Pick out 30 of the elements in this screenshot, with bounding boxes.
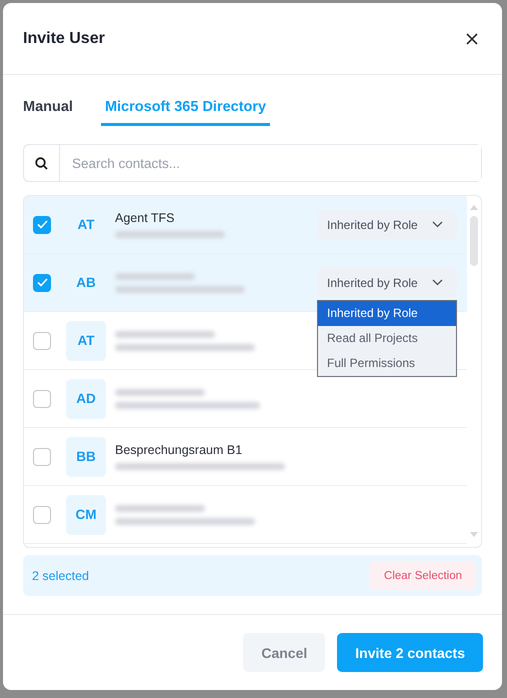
- search-icon: [35, 156, 48, 170]
- contact-name: Besprechungsraum B1: [115, 443, 244, 457]
- checkbox[interactable]: [33, 216, 51, 234]
- contact-row[interactable]: AT Agent TFS Inherited by Role: [24, 196, 467, 254]
- checkbox[interactable]: [33, 506, 51, 524]
- avatar-initials: BB: [66, 436, 106, 476]
- avatar-initials: CM: [66, 494, 106, 534]
- close-button[interactable]: [464, 30, 480, 46]
- avatar-initials: AD: [66, 378, 106, 418]
- avatar-initials: AT: [66, 320, 106, 360]
- close-icon: [466, 32, 478, 44]
- chevron-down-icon: [432, 279, 443, 286]
- checkbox[interactable]: [33, 332, 51, 350]
- tab[interactable]: Manual: [23, 99, 77, 126]
- menu-option[interactable]: Inherited by Role: [318, 300, 456, 326]
- chevron-down-icon: [432, 221, 443, 228]
- contact-name: Agent TFS: [115, 211, 176, 225]
- selected-count: 2 selected: [32, 568, 89, 582]
- checkbox[interactable]: [33, 448, 51, 466]
- checkbox[interactable]: [33, 274, 51, 292]
- cancel-button[interactable]: Cancel: [243, 633, 326, 672]
- checkbox[interactable]: [33, 390, 51, 408]
- clear-selection-button[interactable]: Clear Selection: [370, 561, 476, 590]
- permission-dropdown[interactable]: Inherited by Role: [317, 210, 457, 240]
- checkmark-icon: [36, 278, 48, 287]
- permission-dropdown[interactable]: Inherited by Role: [317, 268, 457, 298]
- dialog-title: Invite User: [23, 30, 105, 48]
- search-field[interactable]: Search contacts...: [23, 144, 482, 182]
- menu-option[interactable]: Read all Projects: [318, 326, 456, 350]
- checkmark-icon: [36, 220, 48, 229]
